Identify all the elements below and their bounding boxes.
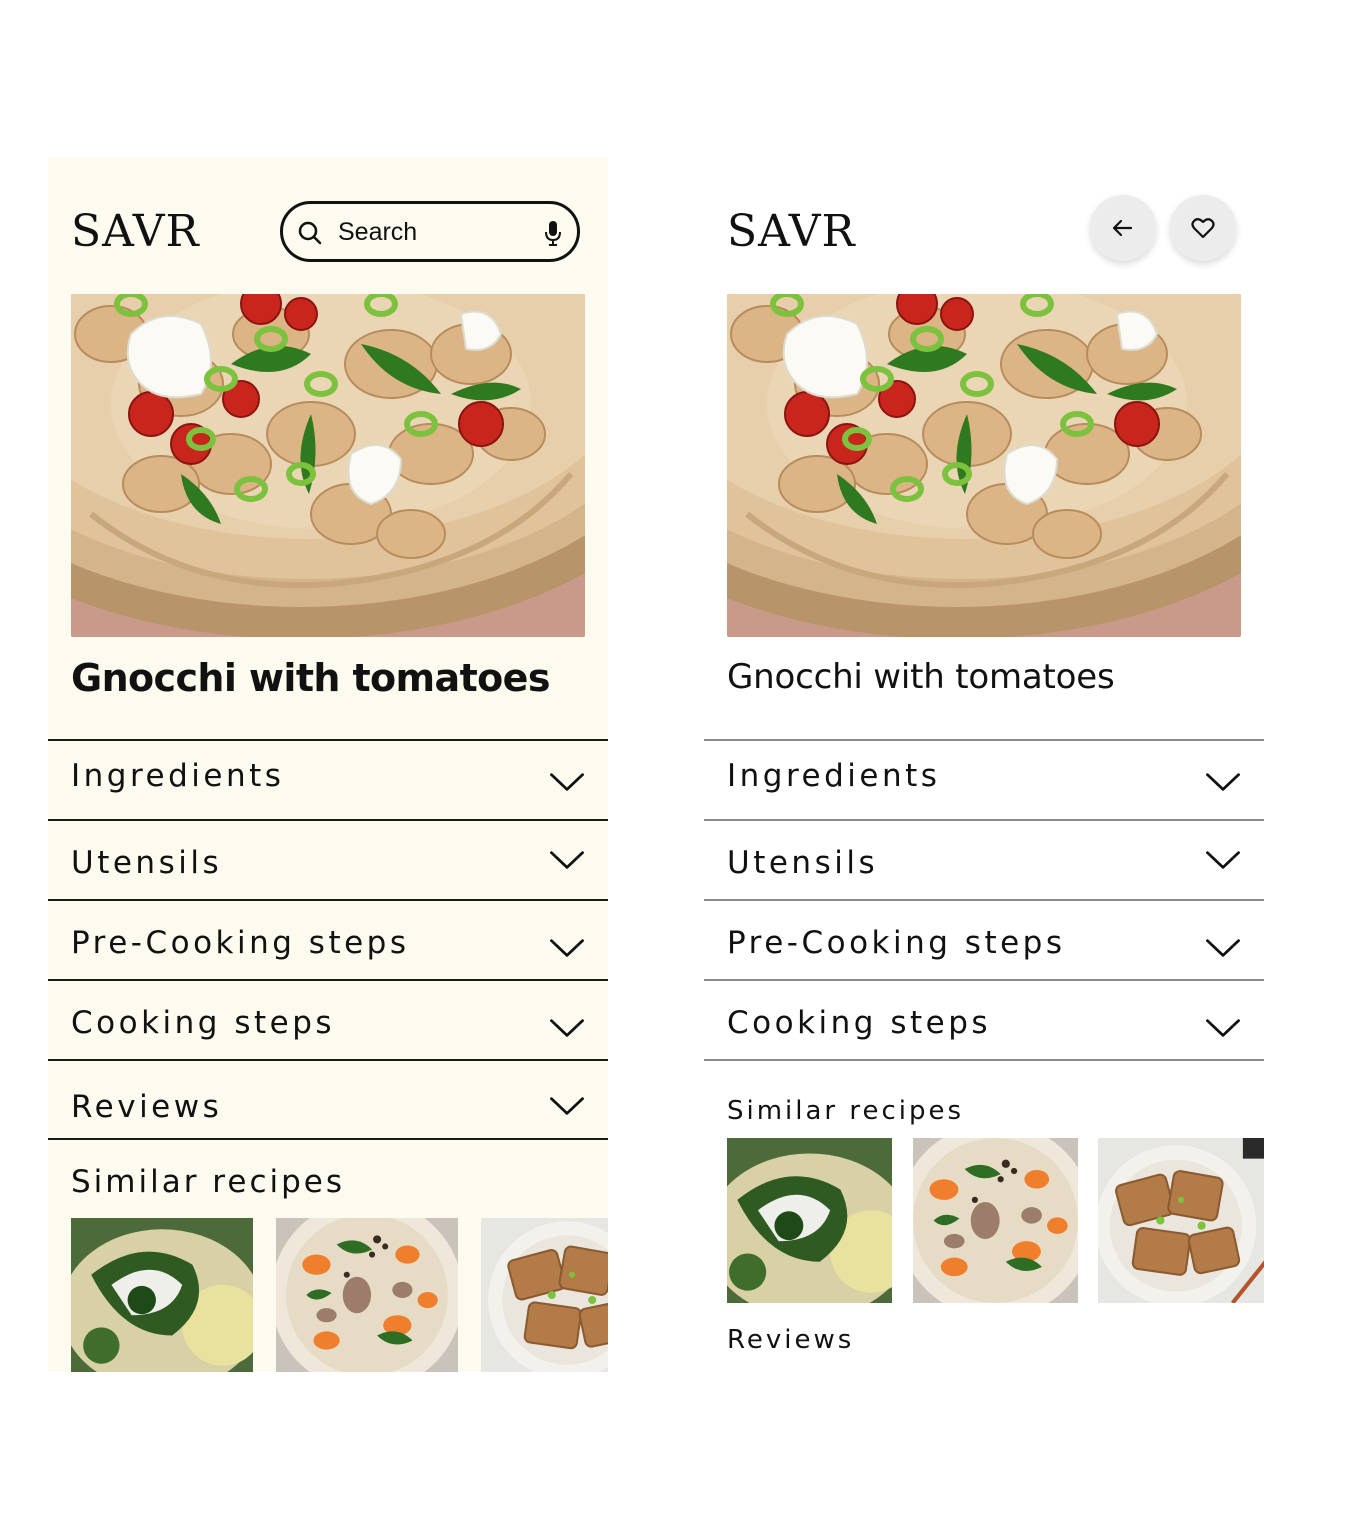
recipe-hero-image — [71, 294, 585, 637]
accordion-ingredients[interactable]: Ingredients — [704, 741, 1264, 821]
similar-recipe-image — [1098, 1138, 1264, 1303]
accordion-label: Ingredients — [727, 758, 941, 794]
similar-recipe-card[interactable] — [276, 1218, 458, 1372]
accordion-pre-cooking-steps[interactable]: Pre-Cooking steps — [704, 901, 1264, 981]
arrow-left-icon — [1112, 219, 1133, 237]
recipe-screen-white: SAVR Gnocchi with tomatoes Ingredients U… — [704, 157, 1264, 1372]
recipe-hero-image — [727, 294, 1241, 637]
accordion-label: Cooking steps — [727, 1005, 992, 1041]
chevron-down-icon — [548, 937, 586, 959]
accordion-cooking-steps[interactable]: Cooking steps — [704, 981, 1264, 1061]
similar-recipe-image — [481, 1218, 608, 1372]
accordion-label: Ingredients — [71, 758, 285, 794]
similar-recipe-image — [276, 1218, 458, 1372]
similar-recipe-image — [71, 1218, 253, 1372]
divider — [704, 1059, 1264, 1061]
accordion-reviews[interactable]: Reviews — [48, 1061, 608, 1141]
recipe-title: Gnocchi with tomatoes — [727, 657, 1115, 697]
search-icon — [298, 221, 322, 245]
accordion-utensils[interactable]: Utensils — [48, 821, 608, 901]
search-input[interactable]: Search — [338, 218, 417, 246]
chevron-down-icon — [548, 849, 586, 871]
chevron-down-icon — [1204, 849, 1242, 871]
accordion-cooking-steps[interactable]: Cooking steps — [48, 981, 608, 1061]
app-logo[interactable]: SAVR — [71, 207, 200, 257]
app-logo[interactable]: SAVR — [727, 207, 856, 257]
similar-recipe-image — [913, 1138, 1078, 1303]
similar-recipe-card[interactable] — [1098, 1138, 1264, 1303]
accordion-utensils[interactable]: Utensils — [704, 821, 1264, 901]
chevron-down-icon — [548, 1095, 586, 1117]
favorite-button[interactable] — [1170, 195, 1236, 261]
similar-recipe-card[interactable] — [913, 1138, 1078, 1303]
similar-recipe-card[interactable] — [481, 1218, 608, 1372]
chevron-down-icon — [548, 771, 586, 793]
chevron-down-icon — [548, 1017, 586, 1039]
reviews-heading[interactable]: Reviews — [727, 1325, 854, 1355]
similar-recipes-heading: Similar recipes — [727, 1096, 965, 1126]
similar-recipe-card[interactable] — [727, 1138, 892, 1303]
chevron-down-icon — [1204, 1017, 1242, 1039]
microphone-icon[interactable] — [543, 219, 563, 247]
search-bar[interactable]: Search — [280, 201, 580, 262]
similar-recipes-heading: Similar recipes — [71, 1164, 346, 1200]
chevron-down-icon — [1204, 771, 1242, 793]
accordion-ingredients[interactable]: Ingredients — [48, 741, 608, 821]
similar-recipe-image — [727, 1138, 892, 1303]
accordion-label: Pre-Cooking steps — [727, 925, 1066, 961]
accordion-label: Utensils — [71, 845, 223, 881]
chevron-down-icon — [1204, 937, 1242, 959]
divider — [48, 1138, 608, 1140]
accordion-label: Pre-Cooking steps — [71, 925, 410, 961]
accordion-label: Reviews — [71, 1089, 223, 1125]
similar-recipe-card[interactable] — [71, 1218, 253, 1372]
accordion-label: Utensils — [727, 845, 879, 881]
back-button[interactable] — [1090, 195, 1156, 261]
accordion-label: Cooking steps — [71, 1005, 336, 1041]
accordion-pre-cooking-steps[interactable]: Pre-Cooking steps — [48, 901, 608, 981]
heart-icon — [1191, 218, 1215, 239]
recipe-title: Gnocchi with tomatoes — [71, 656, 550, 700]
recipe-screen-cream: SAVR Search Gnocchi with tomatoes Ingred… — [48, 157, 608, 1372]
